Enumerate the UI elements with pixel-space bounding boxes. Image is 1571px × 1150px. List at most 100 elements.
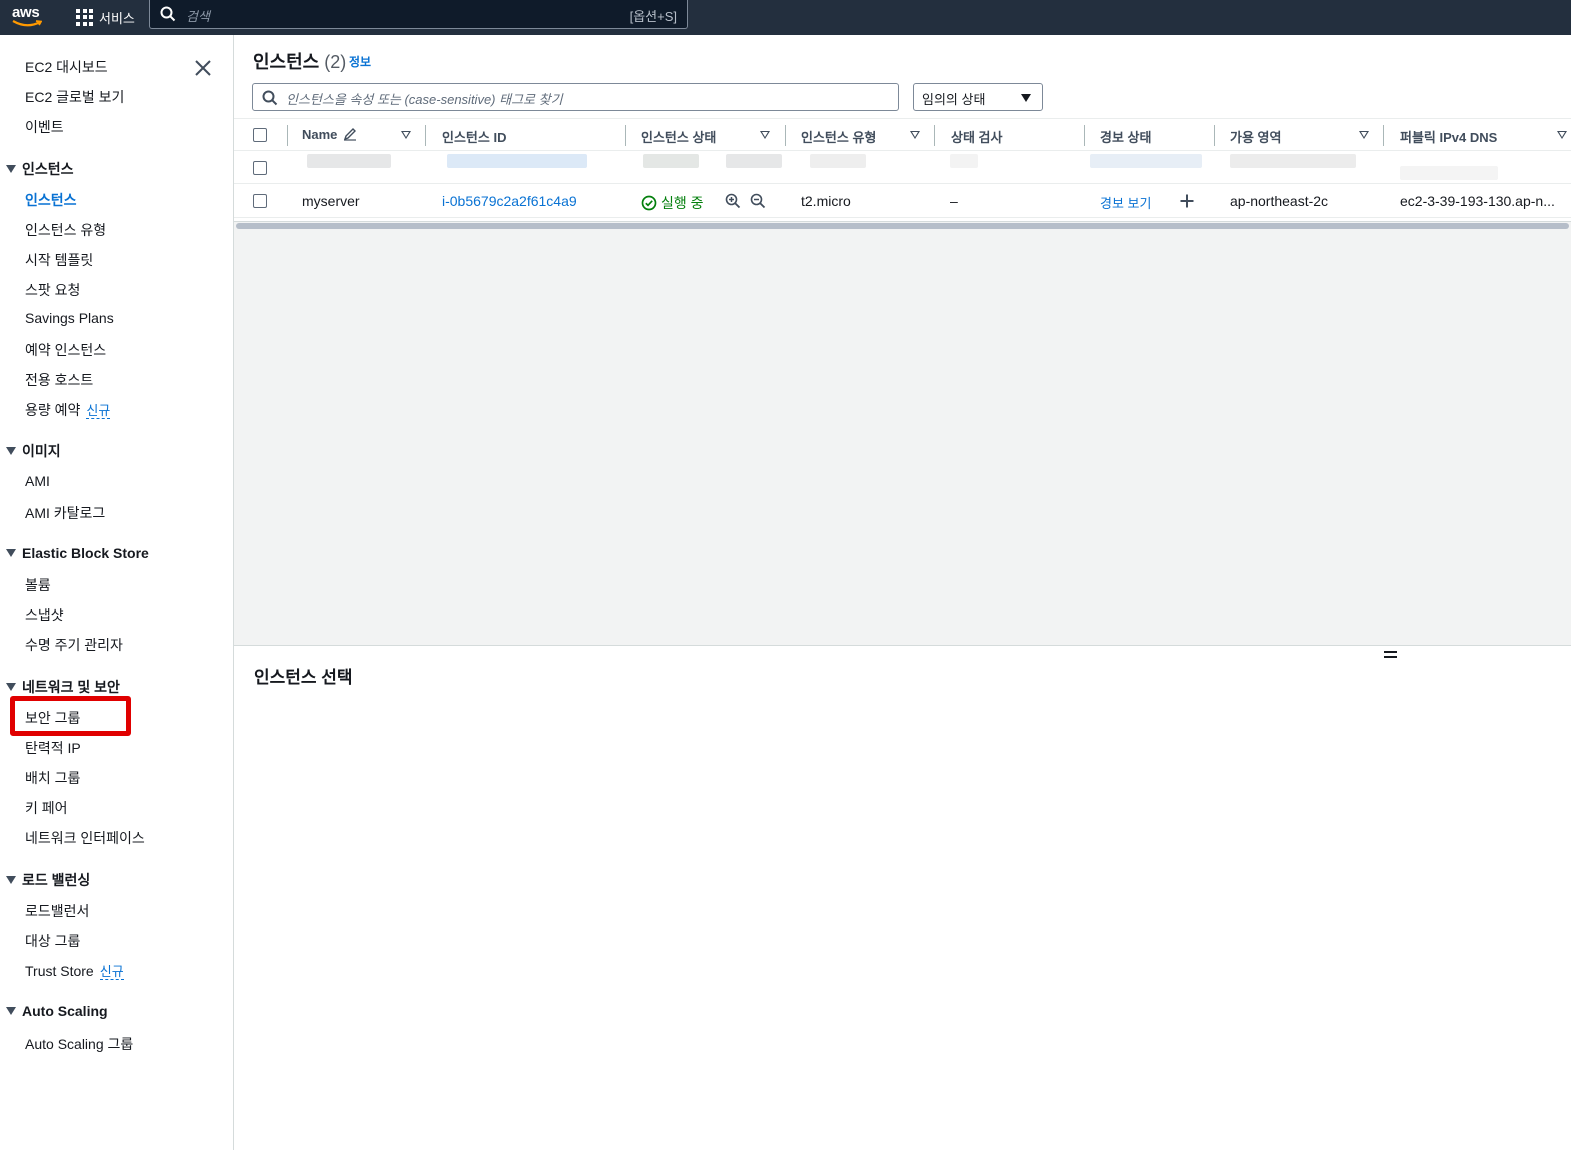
sidebar-item-events[interactable]: 이벤트 (25, 117, 64, 137)
sidebar-item-network-interfaces[interactable]: 네트워크 인터페이스 (25, 828, 145, 848)
sort-icon[interactable] (910, 131, 920, 139)
sidebar-item-load-balancers[interactable]: 로드밸런서 (25, 901, 89, 921)
sidebar-item-target-groups[interactable]: 대상 그룹 (25, 931, 80, 951)
column-divider (1383, 125, 1384, 146)
sidebar-item-savings-plans[interactable]: Savings Plans (25, 310, 114, 326)
sidebar-item-instance-types[interactable]: 인스턴스 유형 (25, 220, 106, 240)
section-title: 로드 밸런싱 (22, 872, 91, 888)
close-sidebar-icon[interactable] (193, 58, 213, 78)
caret-down-icon (6, 876, 16, 884)
sidebar-item-instances[interactable]: 인스턴스 (25, 190, 77, 210)
page-title-text: 인스턴스 (253, 52, 320, 72)
cell-instance-id-link[interactable]: i-0b5679c2a2f61c4a9 (442, 193, 577, 209)
column-header-alarm-status[interactable]: 경보 상태 (1100, 127, 1151, 146)
section-title: Elastic Block Store (22, 545, 149, 561)
services-label: 서비스 (99, 10, 135, 26)
caret-down-icon (6, 683, 16, 691)
column-header-instance-type[interactable]: 인스턴스 유형 (801, 127, 876, 146)
sidebar-item-launch-templates[interactable]: 시작 템플릿 (25, 250, 93, 270)
sidebar-item-key-pairs[interactable]: 키 페어 (25, 798, 68, 818)
instance-state-select[interactable]: 임의의 상태 (913, 83, 1043, 111)
column-header-name[interactable]: Name (302, 127, 357, 142)
sidebar-item-ami-catalog[interactable]: AMI 카탈로그 (25, 503, 105, 523)
item-label: 용량 예약 (25, 402, 81, 418)
column-header-public-dns[interactable]: 퍼블릭 IPv4 DNS (1400, 127, 1497, 146)
column-divider (785, 125, 786, 146)
sidebar: EC2 대시보드 EC2 글로벌 보기 이벤트 인스턴스 인스턴스 인스턴스 유… (0, 35, 234, 1150)
sidebar-item-ec2-global-view[interactable]: EC2 글로벌 보기 (25, 87, 124, 107)
sidebar-section-load-balancing[interactable]: 로드 밸런싱 (6, 870, 90, 890)
redacted-cell (810, 154, 866, 168)
view-alarms-link[interactable]: 경보 보기 (1100, 193, 1151, 212)
sidebar-item-ec2-dashboard[interactable]: EC2 대시보드 (25, 57, 108, 77)
services-menu-button[interactable]: 서비스 (76, 5, 135, 29)
column-divider (934, 125, 935, 146)
redacted-cell (726, 154, 782, 168)
caret-down-icon (6, 447, 16, 455)
instances-panel: 인스턴스 (2) 정보 인스턴스을 속성 또는 (case-sensitive)… (234, 35, 1571, 230)
app-grid-icon (76, 8, 93, 26)
zoom-in-icon[interactable] (725, 193, 741, 209)
instance-filter-input[interactable]: 인스턴스을 속성 또는 (case-sensitive) 태그로 찾기 (252, 83, 899, 111)
resize-handle-icon[interactable] (1384, 651, 1397, 660)
section-title: 인스턴스 (22, 161, 74, 177)
main-content: 인스턴스 (2) 정보 인스턴스을 속성 또는 (case-sensitive)… (234, 35, 1571, 1150)
sidebar-item-volumes[interactable]: 볼륨 (25, 575, 51, 595)
sidebar-section-instances[interactable]: 인스턴스 (6, 159, 74, 179)
sidebar-section-auto-scaling[interactable]: Auto Scaling (6, 1003, 108, 1019)
column-header-availability-zone[interactable]: 가용 영역 (1230, 127, 1281, 146)
sidebar-item-dedicated-hosts[interactable]: 전용 호스트 (25, 370, 93, 390)
column-header-instance-state[interactable]: 인스턴스 상태 (641, 127, 716, 146)
filter-placeholder: 인스턴스을 속성 또는 (case-sensitive) 태그로 찾기 (286, 92, 563, 107)
cell-instance-state: 실행 중 (641, 193, 704, 213)
sidebar-item-spot-requests[interactable]: 스팟 요청 (25, 280, 80, 300)
sidebar-item-placement-groups[interactable]: 배치 그룹 (25, 768, 80, 788)
section-title: Auto Scaling (22, 1003, 108, 1019)
redacted-cell (307, 154, 391, 168)
sidebar-item-auto-scaling-groups[interactable]: Auto Scaling 그룹 (25, 1034, 133, 1054)
column-divider (1084, 125, 1085, 146)
sidebar-section-images[interactable]: 이미지 (6, 441, 61, 461)
info-link[interactable]: 정보 (349, 53, 371, 70)
sidebar-item-lifecycle-manager[interactable]: 수명 주기 관리자 (25, 635, 123, 655)
sort-icon[interactable] (1359, 131, 1369, 139)
caret-down-icon (6, 1007, 16, 1015)
sidebar-item-security-groups[interactable]: 보안 그룹 (25, 708, 80, 728)
redacted-cell (1090, 154, 1202, 168)
cell-status-check: – (950, 193, 958, 209)
sidebar-item-elastic-ip[interactable]: 탄력적 IP (25, 738, 81, 758)
sidebar-item-trust-store[interactable]: Trust Store 신규 (25, 961, 124, 980)
sidebar-item-snapshots[interactable]: 스냅샷 (25, 605, 64, 625)
row-checkbox[interactable] (253, 161, 267, 175)
table-row[interactable] (234, 151, 1571, 184)
column-header-status-check[interactable]: 상태 검사 (951, 127, 1002, 146)
sidebar-item-reserved-instances[interactable]: 예약 인스턴스 (25, 340, 106, 360)
add-alarm-plus-icon[interactable] (1179, 193, 1195, 209)
select-all-checkbox[interactable] (253, 128, 267, 142)
redacted-cell (1230, 154, 1356, 168)
sort-icon[interactable] (1557, 131, 1567, 139)
aws-logo-text: aws (12, 4, 40, 21)
search-icon (262, 90, 278, 106)
column-label: Name (302, 127, 338, 142)
column-header-instance-id[interactable]: 인스턴스 ID (442, 127, 506, 146)
success-check-icon (641, 195, 657, 211)
sort-icon[interactable] (401, 131, 411, 139)
sidebar-item-ami[interactable]: AMI (25, 473, 50, 489)
table-row[interactable]: myserver i-0b5679c2a2f61c4a9 실행 중 t2.mic… (234, 184, 1571, 218)
edit-pencil-icon (343, 128, 357, 141)
scrollbar-thumb[interactable] (236, 223, 1569, 229)
sidebar-section-network-security[interactable]: 네트워크 및 보안 (6, 677, 120, 697)
search-placeholder: 검색 (186, 9, 210, 24)
sort-icon[interactable] (760, 131, 770, 139)
sidebar-item-capacity-reservations[interactable]: 용량 예약 신규 (25, 400, 111, 420)
zoom-out-icon[interactable] (750, 193, 766, 209)
horizontal-scrollbar[interactable] (234, 221, 1571, 230)
column-divider (1214, 125, 1215, 146)
detail-panel-title: 인스턴스 선택 (254, 668, 353, 687)
aws-logo[interactable]: aws (12, 4, 44, 30)
row-checkbox[interactable] (253, 194, 267, 208)
column-divider (287, 125, 288, 146)
sidebar-section-ebs[interactable]: Elastic Block Store (6, 545, 149, 561)
global-search-input[interactable]: 검색 [옵션+S] (149, 0, 688, 29)
